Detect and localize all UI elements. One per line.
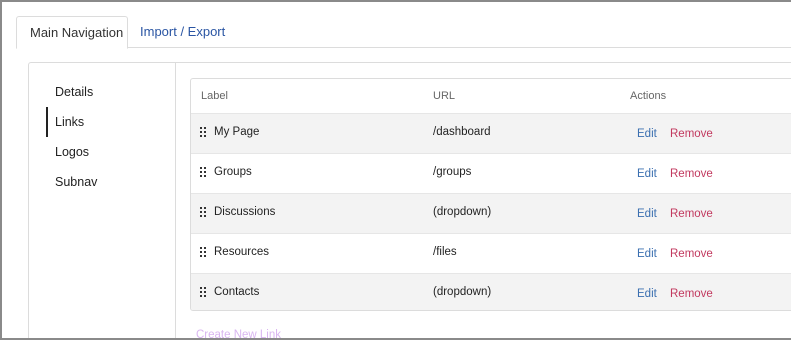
row-label: Contacts xyxy=(214,286,260,298)
table-row: Groups/groups Edit Remove xyxy=(191,153,791,193)
tab-import-export[interactable]: Import / Export xyxy=(140,16,225,48)
remove-link[interactable]: Remove xyxy=(670,114,713,154)
table-row: Discussions (dropdown) Edit Remove xyxy=(191,193,791,233)
create-new-link[interactable]: Create New Link xyxy=(196,329,281,338)
drag-handle-icon[interactable] xyxy=(200,287,207,297)
table-row: Contacts (dropdown) Edit Remove xyxy=(191,273,791,310)
row-label: Groups xyxy=(214,166,252,178)
subnav-item-links[interactable]: Links xyxy=(46,107,84,137)
row-url: /files xyxy=(433,246,457,258)
drag-handle-icon[interactable] xyxy=(200,167,207,177)
settings-subnav: Details Links Logos Subnav xyxy=(29,63,176,338)
subnav-item-logos[interactable]: Logos xyxy=(46,137,89,167)
remove-link[interactable]: Remove xyxy=(670,154,713,194)
drag-handle-icon[interactable] xyxy=(200,127,207,137)
column-header-url: URL xyxy=(433,90,456,102)
row-label: Discussions xyxy=(214,206,276,218)
subnav-item-details[interactable]: Details xyxy=(46,77,93,107)
remove-link[interactable]: Remove xyxy=(670,194,713,234)
column-header-actions: Actions xyxy=(630,90,667,102)
links-table: Label URL Actions My Page/dashboard Edit R… xyxy=(190,78,791,311)
content-panel: Details Links Logos Subnav Label URL Act… xyxy=(28,62,791,338)
drag-handle-icon[interactable] xyxy=(200,207,207,217)
tab-bar: Main Navigation Import / Export xyxy=(16,16,791,49)
edit-link[interactable]: Edit xyxy=(637,114,657,154)
tab-main-navigation[interactable]: Main Navigation xyxy=(16,16,128,49)
edit-link[interactable]: Edit xyxy=(637,154,657,194)
drag-handle-icon[interactable] xyxy=(200,247,207,257)
remove-link[interactable]: Remove xyxy=(670,274,713,310)
edit-link[interactable]: Edit xyxy=(637,234,657,274)
row-url: /groups xyxy=(433,166,472,178)
row-label: Resources xyxy=(214,246,269,258)
app-frame: Main Navigation Import / Export Details … xyxy=(0,0,791,340)
row-label: My Page xyxy=(214,126,260,138)
subnav-item-subnav[interactable]: Subnav xyxy=(46,167,97,197)
edit-link[interactable]: Edit xyxy=(637,194,657,234)
row-url: (dropdown) xyxy=(433,286,492,298)
table-row: Resources/files Edit Remove xyxy=(191,233,791,273)
table-header: Label URL Actions xyxy=(191,79,791,113)
column-header-label: Label xyxy=(201,90,228,102)
remove-link[interactable]: Remove xyxy=(670,234,713,274)
row-url: /dashboard xyxy=(433,126,491,138)
table-row: My Page/dashboard Edit Remove xyxy=(191,113,791,153)
row-url: (dropdown) xyxy=(433,206,492,218)
edit-link[interactable]: Edit xyxy=(637,274,657,310)
